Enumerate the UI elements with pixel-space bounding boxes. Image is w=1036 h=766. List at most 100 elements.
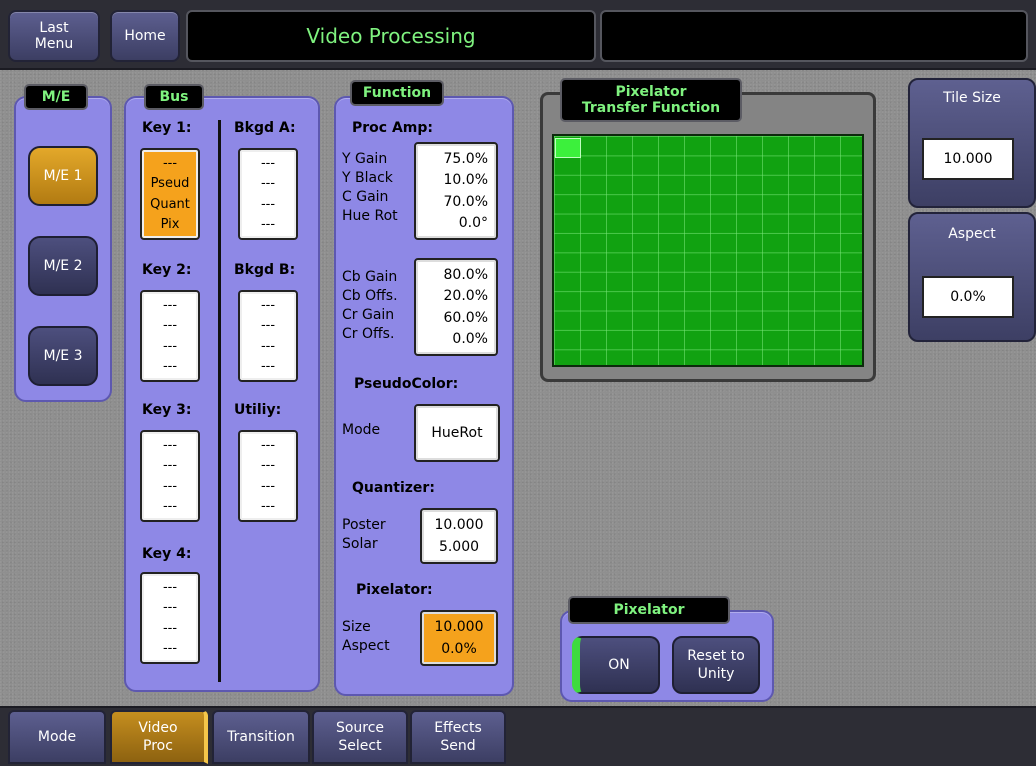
slot-line: ---	[260, 499, 276, 515]
tile-size-value[interactable]: 10.000	[922, 138, 1014, 180]
key1-slot[interactable]: --- Pseud Quant Pix	[140, 148, 200, 240]
mode-label: Mode	[342, 422, 381, 438]
proc-amp-labels-2: Cb Gain Cb Offs. Cr Gain Cr Offs.	[342, 268, 398, 344]
tab-label: Video	[138, 720, 178, 736]
aspect-value[interactable]: 0.0%	[922, 276, 1014, 318]
slot-line: ---	[162, 478, 178, 494]
proc-amp-labels-1: Y Gain Y Black C Gain Hue Rot	[342, 150, 398, 226]
page-title: Video Processing	[186, 10, 596, 62]
me1-button[interactable]: M/E 1	[28, 146, 98, 206]
cr-offs-value: 0.0%	[452, 331, 488, 348]
quantizer-heading: Quantizer:	[352, 480, 435, 496]
transfer-tag-line: Pixelator	[615, 84, 687, 100]
key3-label: Key 3:	[142, 402, 192, 418]
bkgd-a-slot[interactable]: --- --- --- ---	[238, 148, 298, 240]
key1-label: Key 1:	[142, 120, 192, 136]
bus-tag: Bus	[144, 84, 204, 110]
selected-grid-cell[interactable]	[555, 138, 581, 158]
pixelator-values[interactable]: 10.000 0.0%	[420, 610, 498, 666]
proc-amp-values-1[interactable]: 75.0% 10.0% 70.0% 0.0°	[414, 142, 498, 240]
pixel-size-value: 10.000	[434, 619, 484, 635]
key4-slot[interactable]: --- --- --- ---	[140, 572, 200, 664]
tab-video-proc[interactable]: Video Proc	[110, 710, 208, 764]
last-menu-button[interactable]: Last Menu	[8, 10, 100, 62]
hue-rot-value: 0.0°	[458, 215, 488, 232]
tab-source-select[interactable]: Source Select	[312, 710, 408, 764]
cb-gain-label: Cb Gain	[342, 269, 398, 285]
y-gain-value: 75.0%	[443, 150, 488, 167]
poster-value: 10.000	[434, 517, 484, 533]
me2-button[interactable]: M/E 2	[28, 236, 98, 296]
home-button[interactable]: Home	[110, 10, 180, 62]
y-gain-label: Y Gain	[342, 151, 388, 167]
key2-slot[interactable]: --- --- --- ---	[140, 290, 200, 382]
solar-value: 5.000	[438, 539, 480, 555]
slot-line: Pix	[160, 217, 180, 233]
poster-label: Poster	[342, 517, 386, 533]
cb-gain-value: 80.0%	[443, 266, 488, 283]
size-label: Size	[342, 619, 371, 635]
y-black-value: 10.0%	[443, 172, 488, 189]
status-display	[600, 10, 1028, 62]
slot-line: ---	[260, 297, 276, 313]
utility-slot[interactable]: --- --- --- ---	[238, 430, 298, 522]
tab-effects-send[interactable]: Effects Send	[410, 710, 506, 764]
aspect-label-right: Aspect	[948, 226, 996, 242]
slot-line: ---	[260, 318, 276, 334]
cr-offs-label: Cr Offs.	[342, 326, 395, 342]
slot-line: ---	[162, 437, 178, 453]
pixelator-heading: Pixelator:	[356, 582, 433, 598]
transfer-function-grid[interactable]	[552, 134, 864, 367]
tab-label: Send	[440, 738, 476, 754]
transfer-function-tag: Pixelator Transfer Function	[560, 78, 742, 122]
slot-line: ---	[162, 620, 178, 636]
proc-amp-values-2[interactable]: 80.0% 20.0% 60.0% 0.0%	[414, 258, 498, 356]
bkgd-a-label: Bkgd A:	[234, 120, 296, 136]
key4-label: Key 4:	[142, 546, 192, 562]
bkgd-b-slot[interactable]: --- --- --- ---	[238, 290, 298, 382]
slot-line: ---	[260, 217, 276, 233]
pixelator-on-button[interactable]: ON	[572, 636, 660, 694]
tab-label: Select	[338, 738, 382, 754]
utility-label: Utiliy:	[234, 402, 282, 418]
tab-transition[interactable]: Transition	[212, 710, 310, 764]
quantizer-labels: Poster Solar	[342, 516, 386, 554]
slot-line: ---	[260, 155, 276, 171]
key2-label: Key 2:	[142, 262, 192, 278]
reset-to-unity-button[interactable]: Reset to Unity	[672, 636, 760, 694]
tab-mode[interactable]: Mode	[8, 710, 106, 764]
key3-slot[interactable]: --- --- --- ---	[140, 430, 200, 522]
tile-size-label: Tile Size	[943, 90, 1001, 106]
cb-offs-value: 20.0%	[443, 288, 488, 305]
tab-label: Mode	[37, 729, 77, 745]
slot-line: ---	[260, 176, 276, 192]
slot-line: ---	[162, 155, 178, 171]
slot-line: ---	[260, 196, 276, 212]
slot-line: ---	[162, 458, 178, 474]
slot-line: ---	[260, 359, 276, 375]
c-gain-value: 70.0%	[443, 193, 488, 210]
y-black-label: Y Black	[342, 170, 393, 186]
quantizer-values[interactable]: 10.000 5.000	[420, 508, 498, 564]
hue-rot-label: Hue Rot	[342, 208, 398, 224]
slot-line: ---	[162, 641, 178, 657]
c-gain-label: C Gain	[342, 189, 389, 205]
me3-button[interactable]: M/E 3	[28, 326, 98, 386]
slot-line: ---	[162, 338, 178, 354]
mode-value: HueRot	[431, 425, 483, 441]
slot-line: ---	[162, 600, 178, 616]
pixelator-labels: Size Aspect	[342, 618, 390, 656]
tab-label: Transition	[227, 729, 295, 745]
pseudocolor-mode-value[interactable]: HueRot	[414, 404, 500, 462]
slot-line: Pseud	[150, 176, 190, 192]
slot-line: ---	[162, 297, 178, 313]
solar-label: Solar	[342, 536, 378, 552]
cr-gain-value: 60.0%	[443, 309, 488, 326]
pseudocolor-heading: PseudoColor:	[354, 376, 459, 392]
aspect-label: Aspect	[342, 638, 390, 654]
slot-line: ---	[260, 458, 276, 474]
slot-line: ---	[162, 579, 178, 595]
pixelator-tag: Pixelator	[568, 596, 730, 624]
slot-line: ---	[162, 499, 178, 515]
reset-label-line: Unity	[697, 666, 735, 682]
